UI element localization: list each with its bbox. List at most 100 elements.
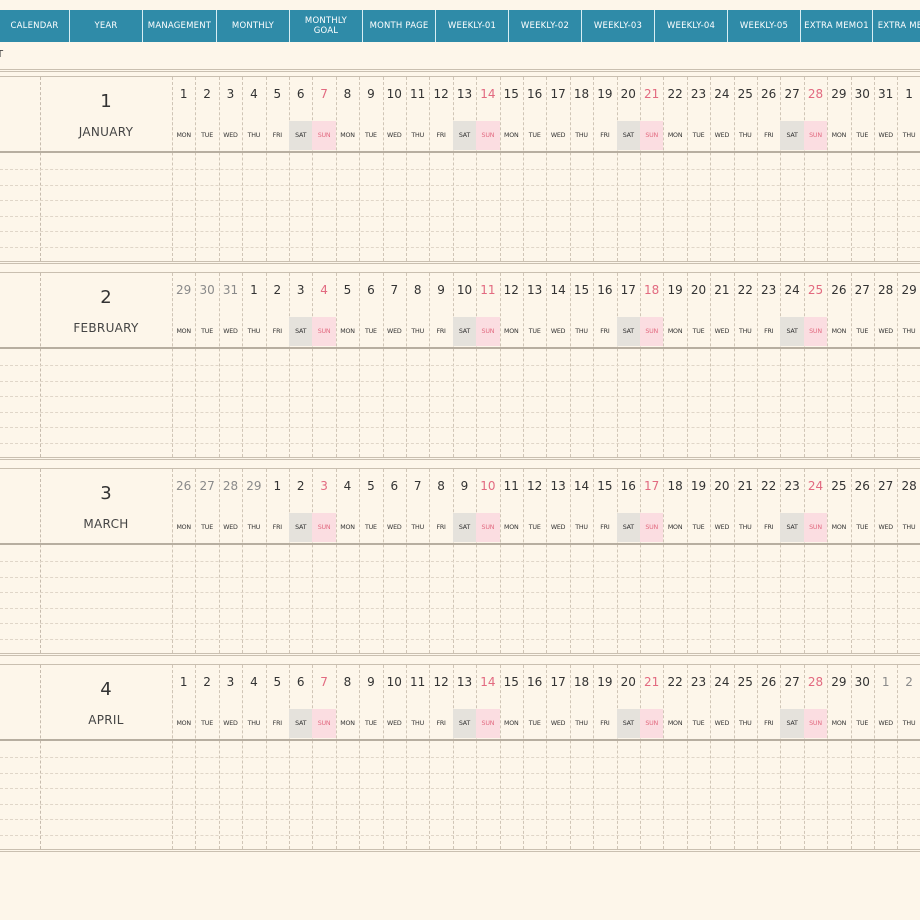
day-number[interactable]: 17 (546, 675, 569, 689)
day-number[interactable]: 8 (336, 675, 359, 689)
day-number[interactable]: 6 (289, 87, 312, 101)
day-number[interactable]: 1 (266, 479, 289, 493)
day-number[interactable]: 7 (406, 479, 429, 493)
day-number[interactable]: 3 (219, 675, 242, 689)
day-number[interactable]: 16 (523, 87, 546, 101)
day-number[interactable]: 19 (593, 87, 616, 101)
day-number[interactable]: 26 (172, 479, 195, 493)
day-number[interactable]: 10 (383, 87, 406, 101)
tab-month-page[interactable]: MONTH PAGE (363, 10, 436, 42)
day-number[interactable]: 2 (897, 675, 920, 689)
day-number[interactable]: 22 (734, 283, 757, 297)
day-number[interactable]: 22 (757, 479, 780, 493)
day-number[interactable]: 2 (195, 87, 218, 101)
tab-weekly-03[interactable]: WEEKLY-03 (582, 10, 655, 42)
day-number[interactable]: 14 (546, 283, 569, 297)
day-number[interactable]: 13 (453, 87, 476, 101)
day-number[interactable]: 27 (195, 479, 218, 493)
day-number[interactable]: 16 (593, 283, 616, 297)
day-number[interactable]: 11 (406, 87, 429, 101)
day-number[interactable]: 11 (406, 675, 429, 689)
day-number[interactable]: 13 (546, 479, 569, 493)
day-number[interactable]: 29 (897, 283, 920, 297)
tab-management[interactable]: MANAGEMENT (143, 10, 217, 42)
day-number[interactable]: 31 (874, 87, 897, 101)
day-number[interactable]: 15 (500, 675, 523, 689)
day-number[interactable]: 1 (172, 87, 195, 101)
day-number[interactable]: 27 (874, 479, 897, 493)
day-number[interactable]: 7 (312, 675, 335, 689)
day-number[interactable]: 16 (523, 675, 546, 689)
day-number[interactable]: 4 (336, 479, 359, 493)
day-number[interactable]: 5 (336, 283, 359, 297)
day-number[interactable]: 28 (804, 87, 827, 101)
day-number[interactable]: 24 (804, 479, 827, 493)
day-number[interactable]: 19 (663, 283, 686, 297)
day-number[interactable]: 17 (617, 283, 640, 297)
day-number[interactable]: 23 (687, 675, 710, 689)
day-number[interactable]: 9 (359, 675, 382, 689)
day-number[interactable]: 1 (897, 87, 920, 101)
day-number[interactable]: 3 (289, 283, 312, 297)
day-number[interactable]: 4 (242, 675, 265, 689)
day-number[interactable]: 8 (406, 283, 429, 297)
day-number[interactable]: 26 (851, 479, 874, 493)
day-number[interactable]: 25 (804, 283, 827, 297)
day-number[interactable]: 15 (570, 283, 593, 297)
day-number[interactable]: 21 (734, 479, 757, 493)
day-number[interactable]: 9 (429, 283, 452, 297)
day-number[interactable]: 8 (336, 87, 359, 101)
day-number[interactable]: 20 (710, 479, 733, 493)
tab-monthly[interactable]: MONTHLY (217, 10, 290, 42)
day-number[interactable]: 4 (312, 283, 335, 297)
day-number[interactable]: 18 (640, 283, 663, 297)
day-number[interactable]: 25 (827, 479, 850, 493)
day-number[interactable]: 7 (383, 283, 406, 297)
day-number[interactable]: 11 (500, 479, 523, 493)
day-number[interactable]: 12 (500, 283, 523, 297)
day-number[interactable]: 25 (734, 87, 757, 101)
day-number[interactable]: 5 (266, 675, 289, 689)
day-number[interactable]: 18 (570, 675, 593, 689)
day-number[interactable]: 18 (663, 479, 686, 493)
day-number[interactable]: 3 (312, 479, 335, 493)
tab-weekly-02[interactable]: WEEKLY-02 (509, 10, 582, 42)
day-number[interactable]: 1 (172, 675, 195, 689)
day-number[interactable]: 27 (851, 283, 874, 297)
day-number[interactable]: 21 (710, 283, 733, 297)
day-number[interactable]: 17 (640, 479, 663, 493)
day-number[interactable]: 2 (289, 479, 312, 493)
day-number[interactable]: 21 (640, 675, 663, 689)
day-number[interactable]: 26 (757, 87, 780, 101)
day-number[interactable]: 14 (476, 675, 499, 689)
day-number[interactable]: 30 (851, 87, 874, 101)
day-number[interactable]: 15 (500, 87, 523, 101)
day-number[interactable]: 29 (242, 479, 265, 493)
day-number[interactable]: 30 (195, 283, 218, 297)
day-number[interactable]: 23 (687, 87, 710, 101)
day-number[interactable]: 17 (546, 87, 569, 101)
day-number[interactable]: 28 (804, 675, 827, 689)
day-number[interactable]: 1 (874, 675, 897, 689)
day-number[interactable]: 22 (663, 675, 686, 689)
day-number[interactable]: 29 (827, 675, 850, 689)
tab-year[interactable]: YEAR (70, 10, 143, 42)
day-number[interactable]: 3 (219, 87, 242, 101)
tab-weekly-05[interactable]: WEEKLY-05 (728, 10, 801, 42)
day-number[interactable]: 5 (266, 87, 289, 101)
day-number[interactable]: 24 (780, 283, 803, 297)
day-number[interactable]: 14 (476, 87, 499, 101)
day-number[interactable]: 7 (312, 87, 335, 101)
day-number[interactable]: 6 (359, 283, 382, 297)
day-number[interactable]: 15 (593, 479, 616, 493)
day-number[interactable]: 13 (453, 675, 476, 689)
day-number[interactable]: 4 (242, 87, 265, 101)
tab-monthly-goal[interactable]: MONTHLY GOAL (290, 10, 363, 42)
day-number[interactable]: 24 (710, 675, 733, 689)
day-number[interactable]: 2 (266, 283, 289, 297)
day-number[interactable]: 23 (780, 479, 803, 493)
day-number[interactable]: 20 (617, 87, 640, 101)
day-number[interactable]: 18 (570, 87, 593, 101)
day-number[interactable]: 13 (523, 283, 546, 297)
tab-extra-memo1[interactable]: EXTRA MEMO1 (801, 10, 873, 42)
